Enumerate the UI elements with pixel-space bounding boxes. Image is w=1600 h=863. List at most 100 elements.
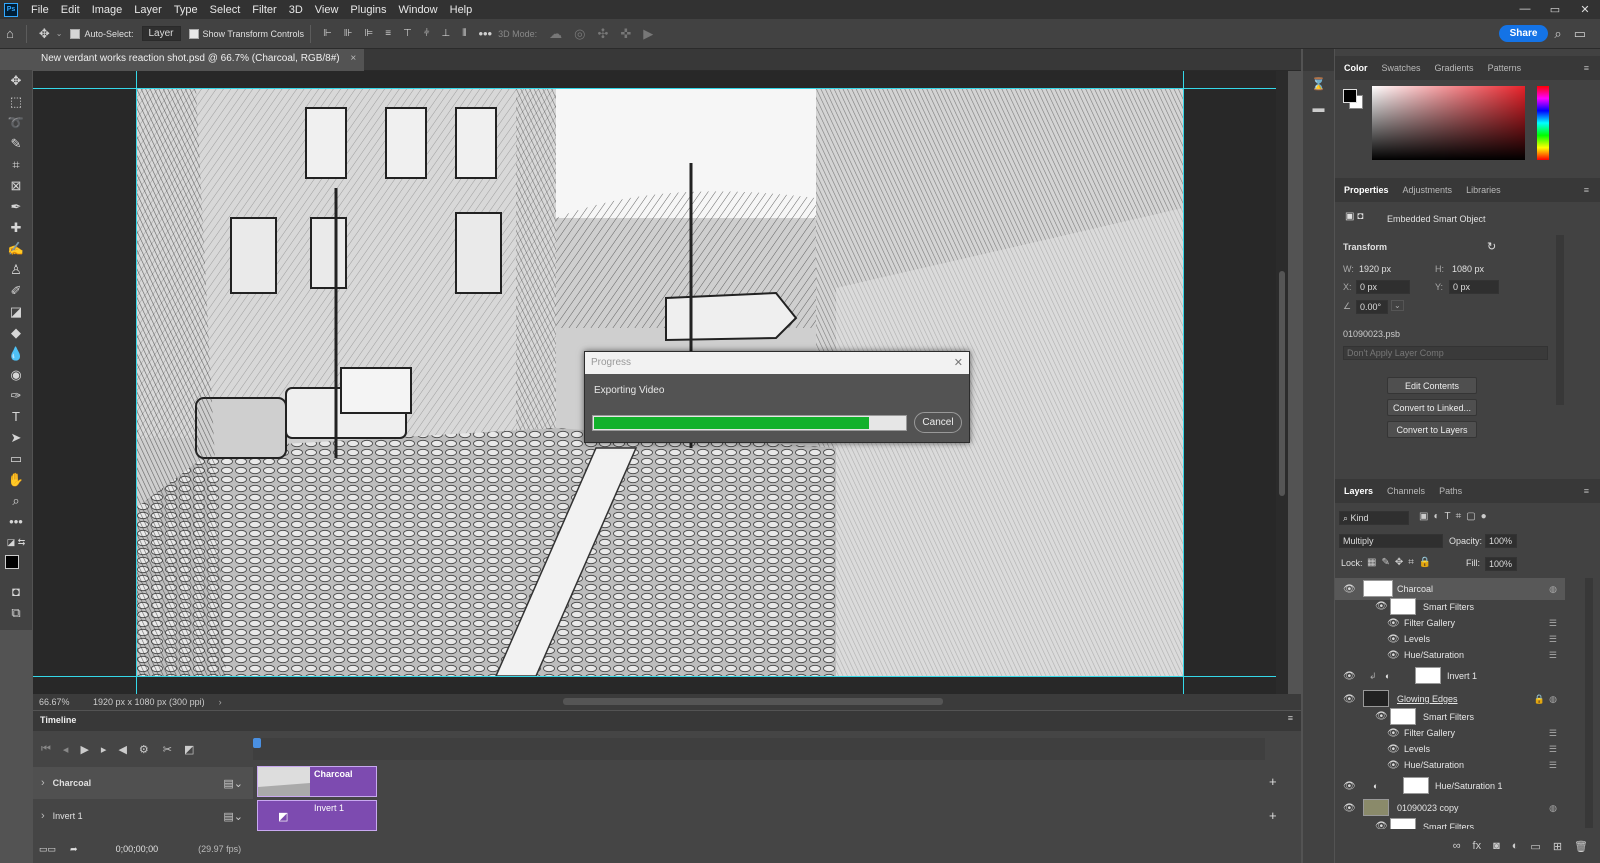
default-colors-icon[interactable]: ◪ ⇆: [0, 532, 32, 553]
home-icon[interactable]: ⌂: [6, 26, 14, 41]
layer-comp-dropdown[interactable]: Don't Apply Layer Comp: [1343, 346, 1548, 360]
color-saturation-field[interactable]: [1372, 86, 1525, 160]
audio-icon[interactable]: ◀: [118, 743, 126, 756]
opacity-field[interactable]: 100%: [1485, 534, 1517, 548]
filter-blending-options-icon[interactable]: ☰: [1549, 760, 1557, 771]
layer-row[interactable]: 👁 Hue/Saturation ☰: [1335, 757, 1565, 773]
path-selection-tool-icon[interactable]: ➤: [0, 427, 32, 448]
search-icon[interactable]: ⌕: [1554, 26, 1561, 42]
quick-select-tool-icon[interactable]: ✎: [0, 133, 32, 154]
smart-filter-indicator-icon[interactable]: ◍: [1549, 584, 1557, 595]
layer-row[interactable]: 👁 Glowing Edges 🔒 ◍: [1335, 688, 1565, 710]
tab-patterns[interactable]: Patterns: [1481, 63, 1529, 73]
convert-to-layers-button[interactable]: Convert to Layers: [1387, 421, 1477, 438]
screen-mode-icon[interactable]: ⧉: [0, 602, 32, 623]
visibility-eye-icon[interactable]: 👁: [1343, 781, 1356, 792]
menu-type[interactable]: Type: [168, 4, 204, 16]
render-icon[interactable]: ➦: [70, 844, 78, 855]
rectangle-tool-icon[interactable]: ▭: [0, 448, 32, 469]
pen-tool-icon[interactable]: ✑: [0, 385, 32, 406]
align-left-icon[interactable]: ⊩: [323, 28, 332, 39]
close-dialog-icon[interactable]: ✕: [954, 356, 963, 369]
height-value[interactable]: 1080 px: [1452, 264, 1484, 274]
next-frame-icon[interactable]: ▸: [101, 743, 107, 756]
more-options-icon[interactable]: •••: [478, 26, 492, 41]
visibility-eye-icon[interactable]: 👁: [1387, 634, 1400, 645]
tab-channels[interactable]: Channels: [1380, 486, 1432, 496]
move-tool-icon[interactable]: ✥: [0, 70, 32, 91]
edit-toolbar-icon[interactable]: •••: [0, 511, 32, 532]
scale-3d-icon[interactable]: ▶: [643, 26, 653, 42]
tab-properties[interactable]: Properties: [1337, 185, 1396, 195]
new-group-icon[interactable]: ▭: [1530, 840, 1540, 853]
distribute-icon[interactable]: ≡: [385, 28, 391, 39]
dodge-tool-icon[interactable]: ◉: [0, 364, 32, 385]
layers-scrollbar[interactable]: [1585, 578, 1593, 828]
menu-3d[interactable]: 3D: [283, 4, 309, 16]
menu-image[interactable]: Image: [86, 4, 129, 16]
visibility-eye-icon[interactable]: 👁: [1375, 601, 1388, 612]
menu-layer[interactable]: Layer: [128, 4, 168, 16]
maximize-button[interactable]: ▭: [1540, 3, 1570, 16]
zoom-tool-icon[interactable]: ⌕: [0, 490, 32, 511]
smart-filter-indicator-icon[interactable]: ◍: [1549, 803, 1557, 814]
panel-menu-icon[interactable]: ≡: [1577, 63, 1596, 73]
comments-icon[interactable]: ▬: [1303, 101, 1334, 115]
filter-blending-options-icon[interactable]: ☰: [1549, 728, 1557, 739]
layer-row[interactable]: 👁 Filter Gallery ☰: [1335, 725, 1565, 741]
tab-libraries[interactable]: Libraries: [1459, 185, 1508, 195]
guide-line[interactable]: [33, 88, 1288, 89]
align-center-icon[interactable]: ⊪: [344, 28, 353, 39]
hand-tool-icon[interactable]: ✋: [0, 469, 32, 490]
add-media-icon[interactable]: +: [1269, 808, 1277, 823]
expand-track-icon[interactable]: ›: [41, 777, 45, 789]
color-swatches[interactable]: [0, 553, 32, 581]
x-field[interactable]: 0 px: [1356, 280, 1410, 294]
close-tab-icon[interactable]: ×: [350, 53, 356, 64]
blend-mode-dropdown[interactable]: Multiply: [1339, 534, 1443, 548]
visibility-eye-icon[interactable]: 👁: [1343, 803, 1356, 814]
workspace-icon[interactable]: ▭: [1574, 26, 1586, 42]
guide-line[interactable]: [1183, 71, 1184, 694]
menu-view[interactable]: View: [309, 4, 345, 16]
go-to-first-frame-icon[interactable]: ⏮: [41, 743, 51, 756]
layer-style-fx-icon[interactable]: fx: [1473, 840, 1482, 852]
visibility-eye-icon[interactable]: 👁: [1387, 760, 1400, 771]
timeline-clip[interactable]: Charcoal: [257, 766, 377, 797]
filter-blending-options-icon[interactable]: ☰: [1549, 634, 1557, 645]
delete-layer-icon[interactable]: 🗑: [1574, 840, 1588, 853]
fill-field[interactable]: 100%: [1485, 557, 1517, 571]
filter-kind-dropdown[interactable]: ⌕ Kind: [1339, 511, 1409, 525]
align-right-icon[interactable]: ⊫: [365, 28, 374, 39]
slide-3d-icon[interactable]: ✜: [620, 26, 631, 42]
menu-help[interactable]: Help: [444, 4, 479, 16]
align-top-icon[interactable]: ⊤: [403, 28, 412, 39]
visibility-eye-icon[interactable]: 👁: [1343, 694, 1356, 705]
brush-tool-icon[interactable]: ✍: [0, 238, 32, 259]
layer-row[interactable]: 👁 Charcoal ◍: [1335, 578, 1565, 600]
track-options-icon[interactable]: ▤⌄: [223, 777, 243, 790]
visibility-eye-icon[interactable]: 👁: [1343, 671, 1356, 682]
status-menu-icon[interactable]: ›: [219, 697, 222, 707]
guide-line[interactable]: [136, 71, 137, 694]
transition-icon[interactable]: ◩: [184, 743, 194, 756]
time-ruler[interactable]: [253, 738, 1265, 760]
guide-line[interactable]: [33, 676, 1288, 677]
layer-row[interactable]: 👁 ↲ ◐ Invert 1: [1335, 665, 1565, 687]
foreground-color-swatch[interactable]: [1343, 89, 1357, 103]
horizontal-scrollbar-thumb[interactable]: [563, 698, 943, 705]
align-bottom-icon[interactable]: ⊥: [442, 28, 451, 39]
filter-blending-options-icon[interactable]: ☰: [1549, 650, 1557, 661]
playhead[interactable]: [253, 738, 261, 748]
menu-filter[interactable]: Filter: [246, 4, 282, 16]
move-tool-icon[interactable]: ✥: [39, 26, 50, 42]
roll-3d-icon[interactable]: ◎: [574, 26, 585, 42]
visibility-eye-icon[interactable]: 👁: [1387, 650, 1400, 661]
timeline-clip[interactable]: ◩ Invert 1: [257, 800, 377, 831]
tab-color[interactable]: Color: [1337, 63, 1375, 73]
tab-swatches[interactable]: Swatches: [1375, 63, 1428, 73]
edit-contents-button[interactable]: Edit Contents: [1387, 377, 1477, 394]
clone-stamp-tool-icon[interactable]: ♙: [0, 259, 32, 280]
layer-row[interactable]: 👁 Filter Gallery ☰: [1335, 615, 1565, 631]
frame-animation-icon[interactable]: ▭▭: [39, 844, 56, 855]
